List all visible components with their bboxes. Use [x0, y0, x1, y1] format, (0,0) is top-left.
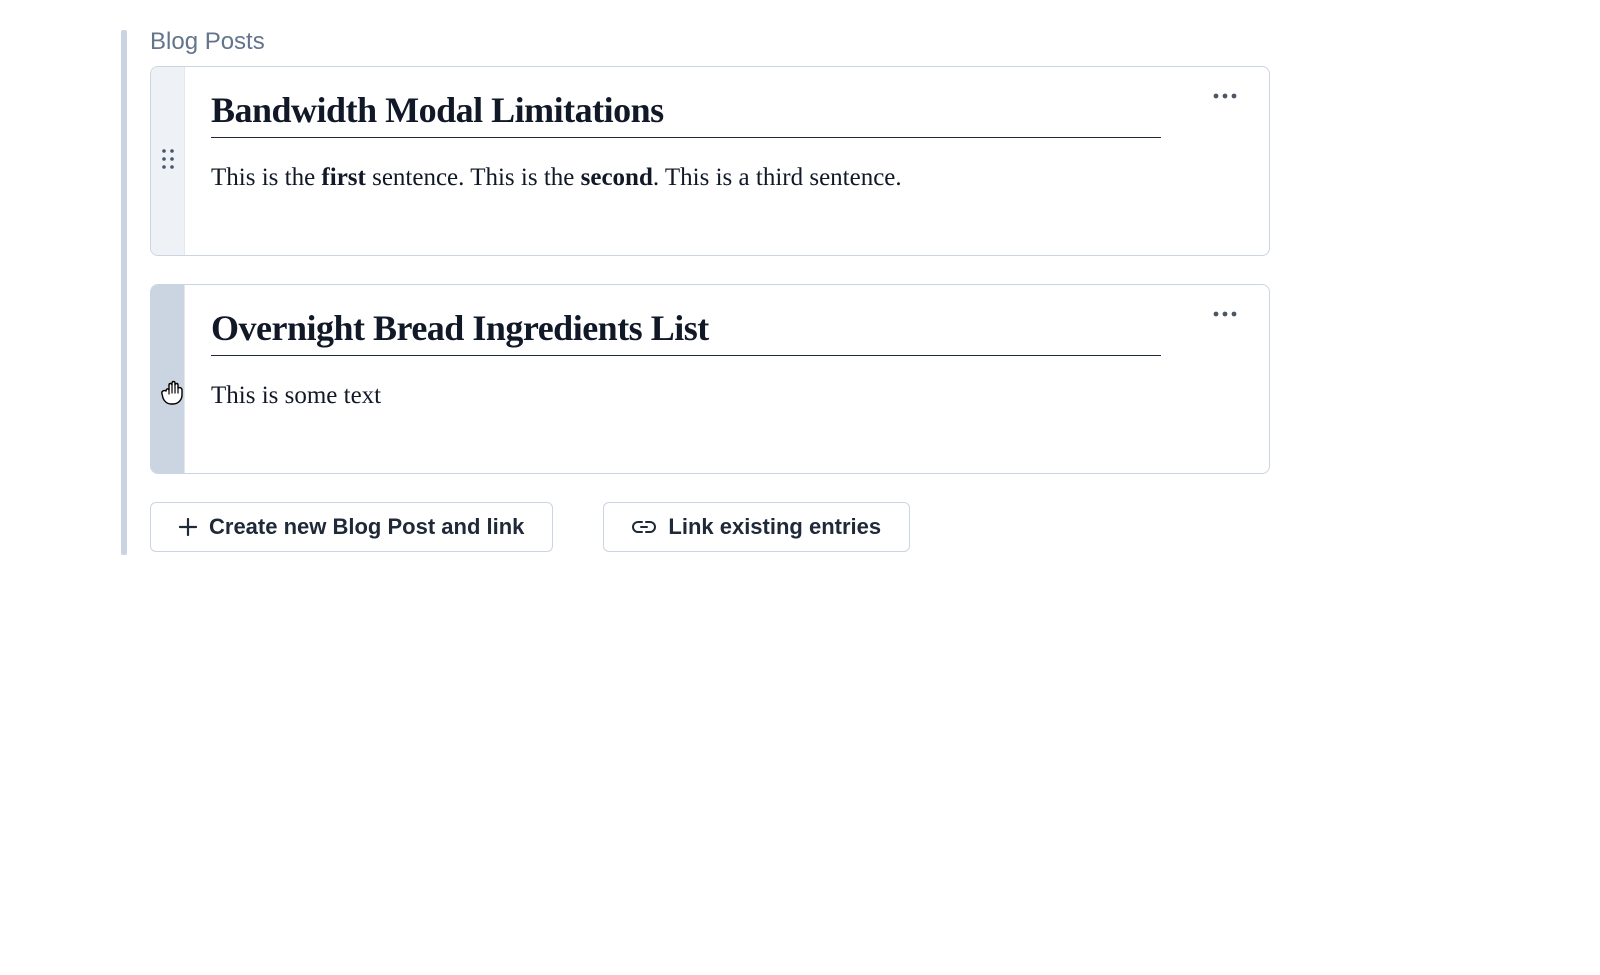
- left-rail: [121, 30, 127, 555]
- card-menu-button[interactable]: [1207, 81, 1243, 109]
- more-horizontal-icon: [1213, 86, 1237, 104]
- card-divider: [211, 137, 1161, 138]
- link-existing-entries-button[interactable]: Link existing entries: [603, 502, 910, 552]
- card-title: Overnight Bread Ingredients List: [211, 307, 1199, 349]
- more-horizontal-icon: [1213, 304, 1237, 322]
- cards-list: Bandwidth Modal Limitations This is the …: [150, 66, 1270, 474]
- card-title: Bandwidth Modal Limitations: [211, 89, 1199, 131]
- text-fragment: This is the: [211, 164, 321, 191]
- card-divider: [211, 355, 1161, 356]
- text-fragment: sentence. This is the: [366, 164, 581, 191]
- drag-handle[interactable]: [151, 285, 185, 473]
- drag-handle-icon: [161, 148, 175, 175]
- text-bold: first: [321, 164, 365, 191]
- card-text: This is some text: [211, 378, 1199, 414]
- button-label: Create new Blog Post and link: [209, 516, 524, 538]
- create-new-blog-post-button[interactable]: Create new Blog Post and link: [150, 502, 553, 552]
- section-label: Blog Posts: [150, 28, 1600, 56]
- drag-handle[interactable]: [151, 67, 185, 255]
- card-menu-button[interactable]: [1207, 299, 1243, 327]
- buttons-row: Create new Blog Post and link Link exist…: [150, 502, 1600, 552]
- card-overnight-bread-ingredients-list[interactable]: Overnight Bread Ingredients List This is…: [150, 284, 1270, 474]
- card-body: Overnight Bread Ingredients List This is…: [185, 285, 1269, 473]
- card-text: This is the first sentence. This is the …: [211, 160, 1199, 196]
- card-body: Bandwidth Modal Limitations This is the …: [185, 67, 1269, 255]
- button-label: Link existing entries: [668, 516, 881, 538]
- card-bandwidth-modal-limitations[interactable]: Bandwidth Modal Limitations This is the …: [150, 66, 1270, 256]
- plus-icon: [179, 518, 197, 536]
- text-bold: second: [581, 164, 653, 191]
- link-icon: [632, 520, 656, 534]
- text-fragment: . This is a third sentence.: [653, 164, 902, 191]
